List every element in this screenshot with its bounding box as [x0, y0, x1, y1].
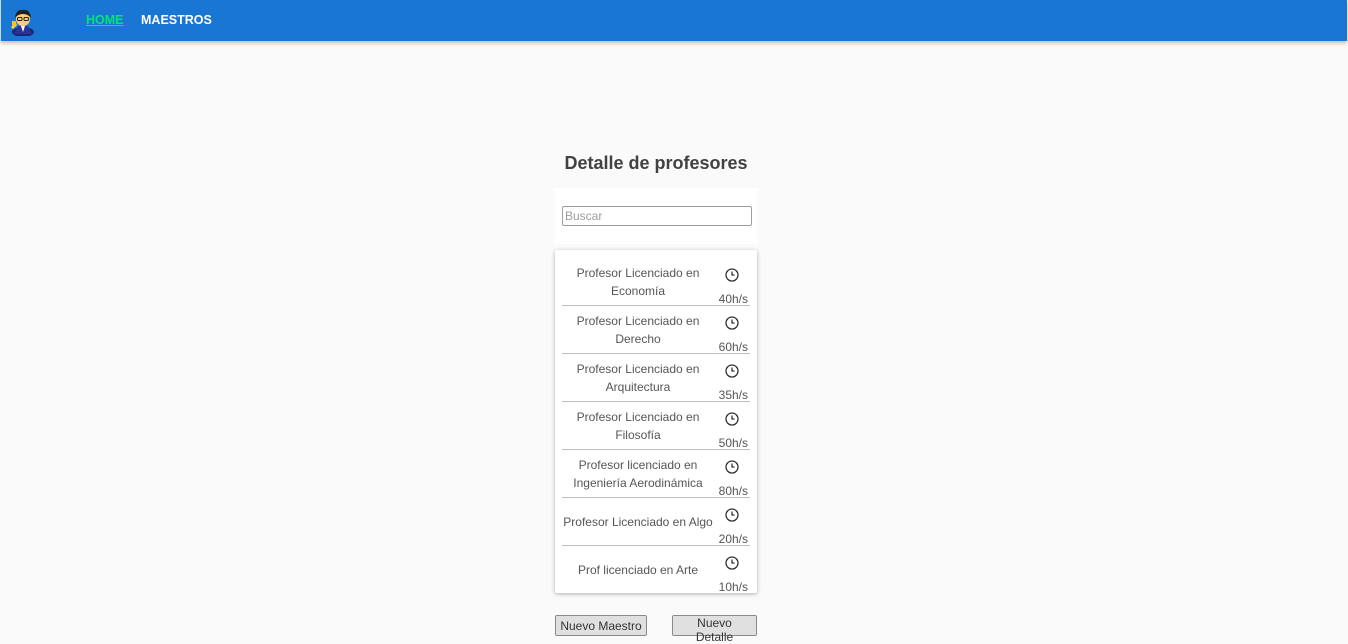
list-item[interactable]: Profesor Licenciado en Algo 20h/s	[562, 498, 750, 546]
teacher-avatar-icon[interactable]	[9, 6, 37, 36]
list-item[interactable]: Profesor Licenciado en Economía 40h/s	[562, 258, 750, 306]
list-item-title: Prof licenciado en Arte	[577, 563, 699, 577]
list-item-title: Profesor Licenciado en Arquitectura	[576, 362, 700, 394]
teacher-detail-list: Profesor Licenciado en Economía 40h/s Pr…	[555, 250, 757, 594]
list-item-hours: 80h/s	[718, 484, 748, 498]
list-item-hours: 50h/s	[718, 436, 748, 450]
list-item[interactable]: Profesor Licenciado en Derecho 60h/s	[562, 306, 750, 354]
list-item[interactable]: Profesor Licenciado en Arquitectura 35h/…	[562, 354, 750, 402]
nav-maestros-link[interactable]: MAESTROS	[141, 13, 212, 27]
list-item-hours: 20h/s	[718, 532, 748, 546]
page-title: Detalle de profesores	[564, 153, 748, 173]
clock-icon	[725, 364, 739, 378]
list-item-title: Profesor licenciado en Ingeniería Aerodi…	[573, 458, 703, 490]
list-item-hours: 35h/s	[718, 388, 748, 402]
list-item-title: Profesor Licenciado en Derecho	[576, 314, 700, 346]
clock-icon	[725, 556, 739, 570]
clock-icon	[725, 460, 739, 474]
list-item-title: Profesor Licenciado en Algo	[563, 515, 713, 529]
list-item-hours: 40h/s	[718, 292, 748, 306]
list-item[interactable]: Profesor Licenciado en Filosofía 50h/s	[562, 402, 750, 450]
list-item[interactable]: Prof licenciado en Arte 10h/s	[562, 546, 750, 594]
new-teacher-button[interactable]: Nuevo Maestro	[555, 615, 647, 636]
new-detail-button[interactable]: Nuevo Detalle	[672, 615, 757, 644]
nav-home-link[interactable]: HOME	[86, 13, 124, 27]
clock-icon	[725, 316, 739, 330]
list-item-title: Profesor Licenciado en Economía	[576, 266, 700, 298]
search-input[interactable]	[562, 206, 752, 226]
list-item-hours: 10h/s	[718, 580, 748, 594]
clock-icon	[725, 508, 739, 522]
list-item-hours: 60h/s	[718, 340, 748, 354]
clock-icon	[725, 268, 739, 282]
navbar: HOME MAESTROS	[0, 0, 1347, 41]
list-item[interactable]: Profesor licenciado en Ingeniería Aerodi…	[562, 450, 750, 498]
list-item-title: Profesor Licenciado en Filosofía	[576, 410, 700, 442]
clock-icon	[725, 412, 739, 426]
search-container	[555, 188, 757, 244]
